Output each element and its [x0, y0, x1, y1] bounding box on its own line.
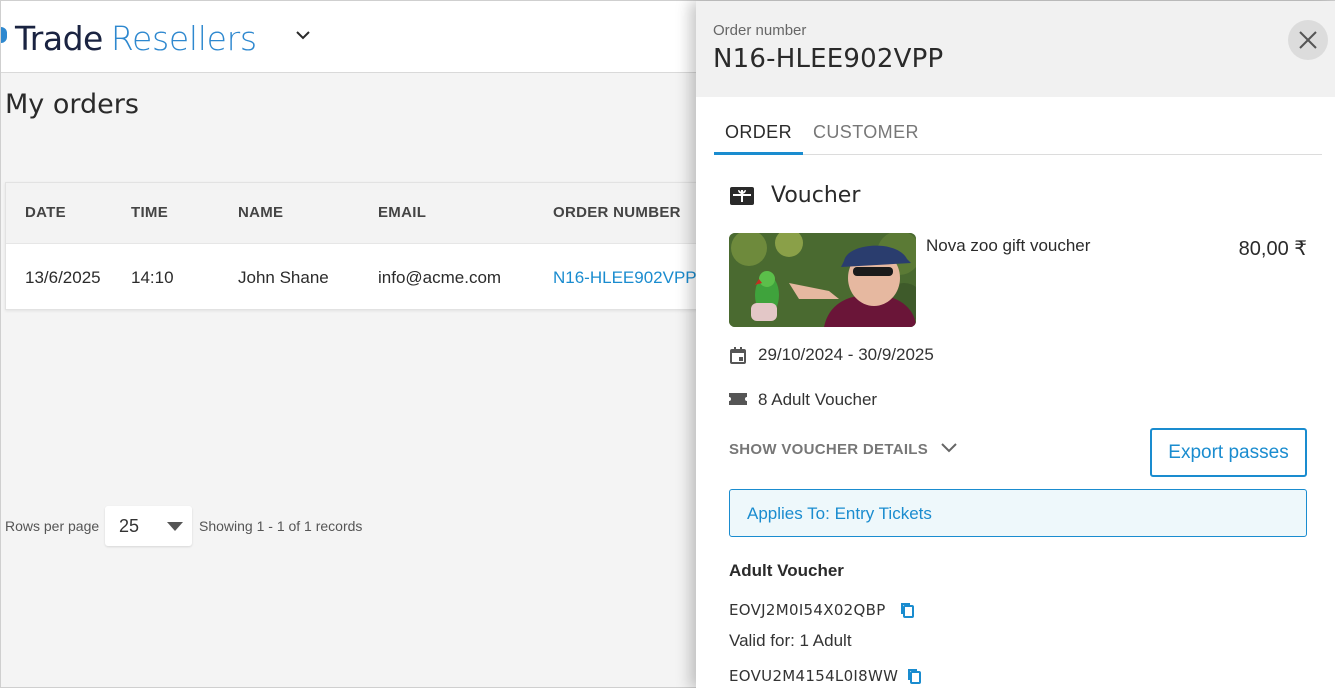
chevron-down-icon[interactable]	[295, 29, 311, 41]
column-header-order-number[interactable]: ORDER NUMBER	[553, 204, 681, 221]
cell-name: John Shane	[238, 268, 329, 287]
brand-logo[interactable]: Trade Resellers	[1, 19, 257, 59]
applies-to-banner: Applies To: Entry Tickets	[729, 489, 1307, 537]
voucher-icon	[730, 187, 754, 205]
cell-email: info@acme.com	[378, 268, 502, 287]
voucher-validity: Valid for: 1 Adult	[729, 631, 852, 650]
order-number-label: Order number	[713, 22, 807, 39]
close-button[interactable]	[1288, 20, 1328, 60]
cell-order-number-link[interactable]: N16-HLEE902VPP	[553, 268, 697, 288]
caret-down-icon	[167, 522, 183, 531]
export-passes-button[interactable]: Export passes	[1150, 428, 1307, 477]
applies-to-text: Applies To: Entry Tickets	[747, 504, 932, 523]
tab-customer[interactable]: CUSTOMER	[813, 122, 919, 143]
voucher-code: EOVJ2M0I54X02QBP	[729, 601, 886, 619]
page-title: My orders	[5, 89, 139, 120]
column-header-date[interactable]: DATE	[25, 204, 66, 221]
logo-resellers-text: Resellers	[110, 19, 257, 58]
column-header-email[interactable]: EMAIL	[378, 204, 426, 221]
rows-per-page-value: 25	[119, 516, 140, 536]
tab-order[interactable]: ORDER	[714, 122, 803, 155]
ticket-summary: 8 Adult Voucher	[758, 390, 878, 409]
product-name: Nova zoo gift voucher	[926, 236, 1091, 255]
table-header: DATE TIME NAME EMAIL ORDER NUMBER	[6, 183, 704, 244]
close-icon	[1299, 31, 1317, 49]
show-voucher-details-toggle[interactable]: SHOW VOUCHER DETAILS	[729, 441, 928, 458]
column-header-time[interactable]: TIME	[131, 204, 168, 221]
voucher-code: EOVU2M4154L0I8WW	[729, 667, 899, 685]
column-header-name[interactable]: NAME	[238, 204, 283, 221]
panel-tabs: ORDER CUSTOMER	[714, 109, 1322, 155]
panel-header: Order number N16-HLEE902VPP	[696, 1, 1335, 97]
product-photo	[729, 233, 916, 327]
copy-icon[interactable]	[907, 668, 921, 684]
chevron-down-icon[interactable]	[940, 441, 958, 455]
cell-date: 13/6/2025	[25, 268, 101, 287]
section-title: Voucher	[771, 183, 861, 208]
cell-time: 14:10	[131, 268, 174, 287]
order-number-value: N16-HLEE902VPP	[713, 44, 944, 74]
ticket-icon	[729, 393, 747, 405]
logo-mark	[1, 27, 7, 43]
validity-dates: 29/10/2024 - 30/9/2025	[758, 345, 934, 364]
copy-icon[interactable]	[900, 602, 914, 618]
rows-per-page-select[interactable]: 25	[105, 506, 192, 546]
records-count: Showing 1 - 1 of 1 records	[199, 518, 363, 534]
product-image	[729, 233, 916, 327]
product-price: 80,00 ₹	[1238, 238, 1307, 260]
rows-per-page-label: Rows per page	[5, 518, 100, 534]
voucher-group-title: Adult Voucher	[729, 561, 844, 580]
orders-table: DATE TIME NAME EMAIL ORDER NUMBER 13/6/2…	[5, 182, 705, 310]
calendar-icon	[730, 347, 746, 364]
logo-trade-text: Trade	[15, 19, 103, 58]
order-detail-panel: Order number N16-HLEE902VPP ORDER CUSTOM…	[696, 1, 1335, 688]
